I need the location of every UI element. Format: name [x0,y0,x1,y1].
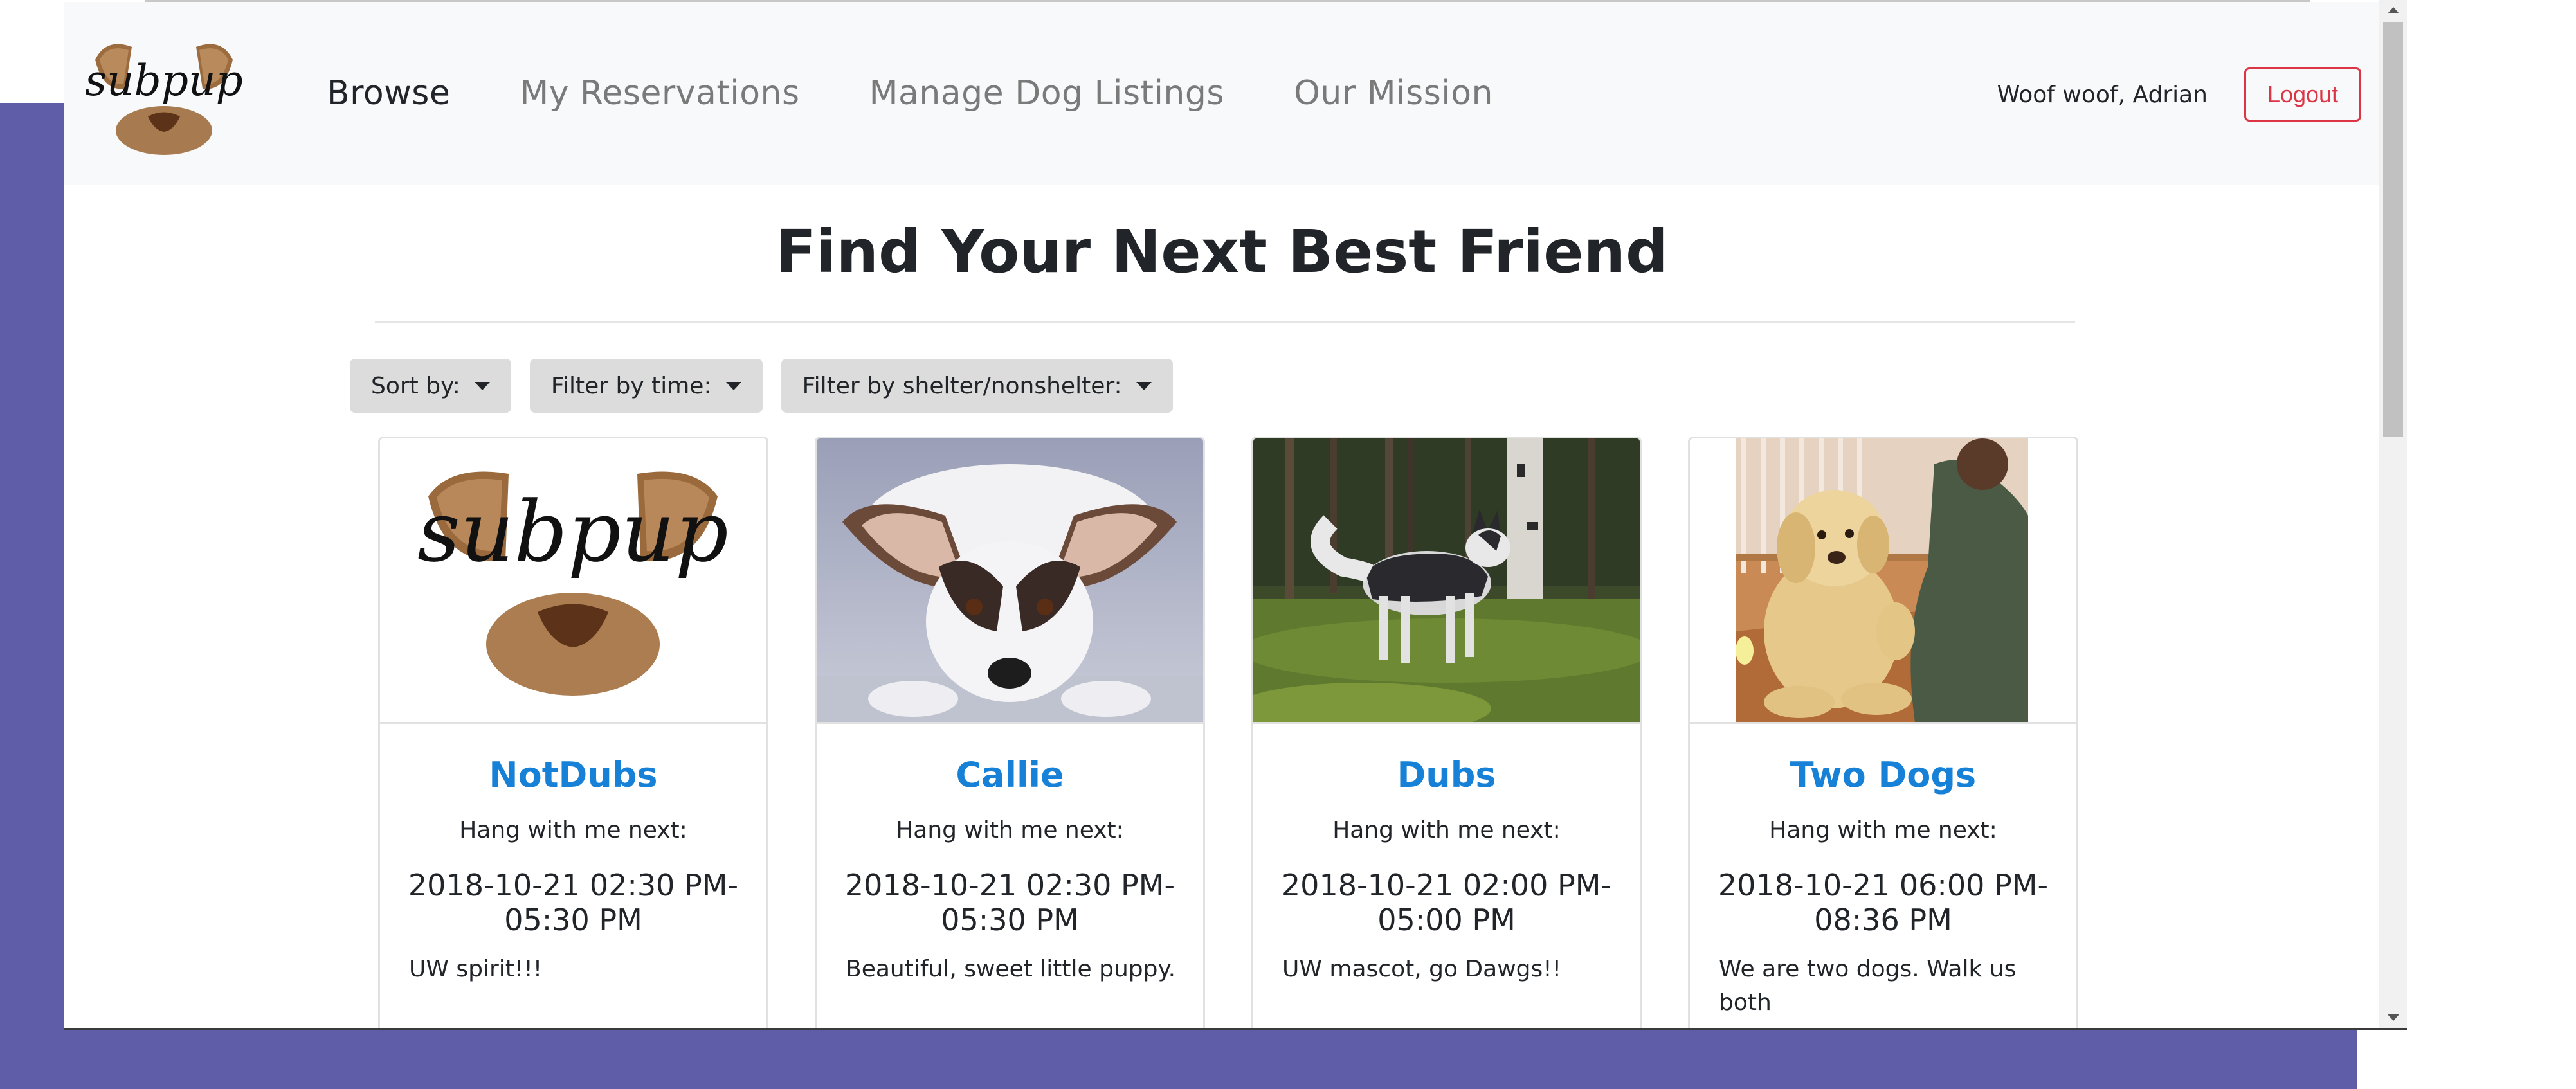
dog-image[interactable]: subpup [380,438,766,724]
filter-bar: Sort by: Filter by time: Filter by shelt… [350,359,1192,413]
browser-window: subpup Browse My Reservations Manage Dog… [64,0,2407,1030]
dog-image[interactable] [1253,438,1640,724]
nav-my-reservations[interactable]: My Reservations [520,74,799,113]
svg-text:subpup: subpup [417,483,729,580]
availability-time: 2018-10-21 06:00 PM-08:36 PM [1718,868,2049,937]
dog-description: We are two dogs. Walk us both [1719,956,2017,1016]
subpup-logo-image: subpup [380,438,766,722]
user-greeting: Woof woof, Adrian [1997,82,2208,108]
dog-name[interactable]: Dubs [1253,755,1640,795]
husky-in-forest-photo [1253,438,1640,722]
filter-by-time-label: Filter by time: [550,372,712,399]
dog-description: UW spirit!!! [409,956,543,982]
title-divider [375,321,2075,323]
nav-browse[interactable]: Browse [327,74,450,113]
availability-time: 2018-10-21 02:30 PM-05:30 PM [408,868,739,937]
dog-name[interactable]: Callie [817,755,1203,795]
dog-card[interactable]: Callie Hang with me next: 2018-10-21 02:… [815,437,1205,1030]
logout-button[interactable]: Logout [2244,68,2361,122]
next-hang-label: Hang with me next: [1332,817,1561,843]
nav-our-mission[interactable]: Our Mission [1294,74,1493,113]
sort-by-label: Sort by: [371,372,460,399]
dog-image[interactable] [817,438,1203,724]
svg-text:subpup: subpup [85,56,243,105]
top-navbar: subpup Browse My Reservations Manage Dog… [64,2,2379,185]
window-bottom-edge [64,1028,2407,1030]
golden-puppy-photo [1690,438,2076,722]
availability-time: 2018-10-21 02:30 PM-05:30 PM [844,868,1175,937]
scrollbar-thumb[interactable] [2383,22,2403,437]
main-nav: Browse My Reservations Manage Dog Listin… [327,74,1563,113]
dog-card[interactable]: Dubs Hang with me next: 2018-10-21 02:00… [1251,437,1642,1030]
dog-image[interactable] [1690,438,2076,724]
dog-description: Beautiful, sweet little puppy. [846,956,1176,982]
dog-description: UW mascot, go Dawgs!! [1282,956,1562,982]
availability-time: 2018-10-21 02:00 PM-05:00 PM [1281,868,1612,937]
dog-lying-down-photo [817,438,1203,722]
page-title: Find Your Next Best Friend [776,217,1668,286]
dog-card[interactable]: Two Dogs Hang with me next: 2018-10-21 0… [1688,437,2078,1030]
vertical-scrollbar[interactable] [2379,0,2407,1028]
next-hang-label: Hang with me next: [1769,817,1997,843]
dog-name[interactable]: NotDubs [380,755,766,795]
filter-by-shelter-dropdown[interactable]: Filter by shelter/nonshelter: [781,359,1173,413]
sort-by-dropdown[interactable]: Sort by: [350,359,511,413]
scroll-down-arrow-icon[interactable] [2379,1007,2407,1028]
filter-by-time-dropdown[interactable]: Filter by time: [529,359,763,413]
subpup-logo[interactable]: subpup [84,34,244,156]
caret-down-icon [474,381,490,390]
dog-name[interactable]: Two Dogs [1690,755,2076,795]
caret-down-icon [725,381,741,390]
dog-card[interactable]: subpup NotDubs Hang with me next: 2018-1… [378,437,768,1030]
scroll-up-arrow-icon[interactable] [2379,0,2407,21]
next-hang-label: Hang with me next: [896,817,1124,843]
next-hang-label: Hang with me next: [459,817,687,843]
caret-down-icon [1136,381,1152,390]
nav-manage-dog-listings[interactable]: Manage Dog Listings [869,74,1224,113]
filter-by-shelter-label: Filter by shelter/nonshelter: [802,372,1122,399]
